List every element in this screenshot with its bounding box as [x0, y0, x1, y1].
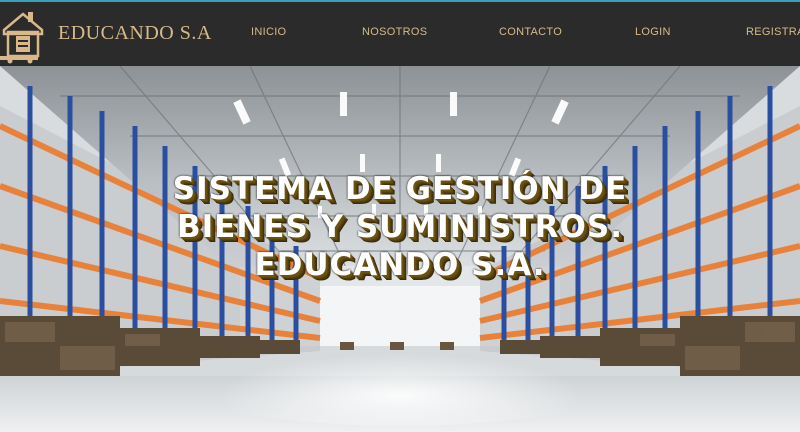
hero-title-line-3: EDUCANDO S.A.: [254, 247, 546, 283]
top-navbar: EDUCANDO S.A INICIO NOSOTROS CONTACTO LO…: [0, 0, 800, 66]
nav-link-login[interactable]: LOGIN: [635, 26, 671, 38]
nav-link-inicio[interactable]: INICIO: [251, 26, 286, 38]
nav-link-registrate[interactable]: REGISTRATE: [746, 26, 800, 38]
warehouse-logo-icon[interactable]: [0, 6, 46, 64]
hero-title-line-2: BIENES Y SUMINISTROS.: [177, 209, 623, 245]
hero-title: SISTEMA DE GESTIÓN DE BIENES Y SUMINISTR…: [0, 170, 800, 284]
brand-name[interactable]: EDUCANDO S.A: [58, 22, 212, 45]
hero-banner: SISTEMA DE GESTIÓN DE BIENES Y SUMINISTR…: [0, 66, 800, 432]
nav-link-nosotros[interactable]: NOSOTROS: [362, 26, 427, 38]
hero-title-line-1: SISTEMA DE GESTIÓN DE: [172, 171, 628, 207]
nav-link-contacto[interactable]: CONTACTO: [499, 26, 562, 38]
